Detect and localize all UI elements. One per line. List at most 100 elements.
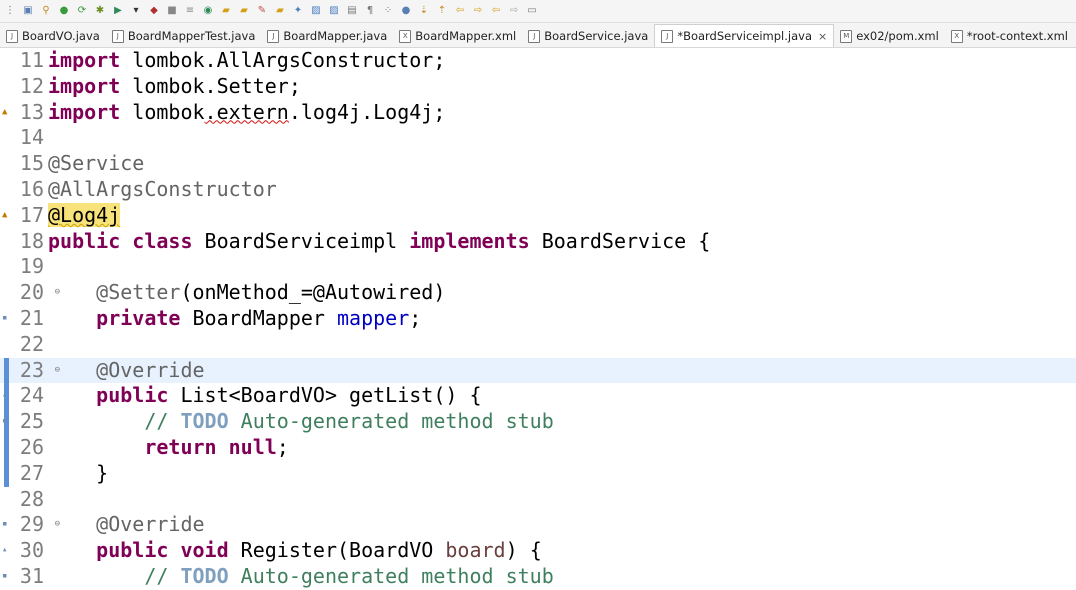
- code-line[interactable]: ▪ 25 // TODO Auto-generated method stub: [0, 409, 1076, 435]
- tab-boardmapper-java[interactable]: J BoardMapper.java: [261, 25, 393, 47]
- tab-boardserviceimpl-java[interactable]: J *BoardServiceimpl.java ×: [654, 24, 835, 47]
- code-line[interactable]: 27 }: [0, 460, 1076, 487]
- line-gutter[interactable]: 23 ⊖: [0, 357, 60, 384]
- line-gutter[interactable]: ▲ 13: [0, 100, 48, 126]
- back-icon[interactable]: ⇦: [452, 5, 468, 17]
- line-gutter[interactable]: 22: [0, 332, 48, 358]
- next-annotation-icon[interactable]: ⇣: [416, 5, 432, 17]
- line-gutter[interactable]: 15: [0, 151, 48, 177]
- info-marker-icon[interactable]: ▪: [2, 519, 7, 529]
- folder-icon[interactable]: ▰: [272, 5, 288, 17]
- fold-toggle-icon[interactable]: ⊖: [55, 512, 60, 538]
- line-gutter[interactable]: 27: [0, 460, 48, 487]
- line-gutter[interactable]: 26: [0, 434, 48, 461]
- tab-boardvo-java[interactable]: J BoardVO.java: [0, 25, 106, 47]
- save-icon[interactable]: ▣: [20, 5, 36, 17]
- forward-history-icon[interactable]: ⇨: [506, 5, 522, 17]
- code-line[interactable]: 20 ⊖ @Setter(onMethod_=@Autowired): [0, 280, 1076, 306]
- override-marker-icon[interactable]: ▴: [2, 390, 7, 400]
- code-line[interactable]: 18 public class BoardServiceimpl implemen…: [0, 229, 1076, 255]
- code-text[interactable]: @Override: [48, 512, 204, 538]
- warning-marker-icon[interactable]: ▲: [2, 210, 7, 220]
- pen-icon[interactable]: ✎: [254, 5, 270, 17]
- code-text[interactable]: @Override: [48, 358, 204, 384]
- line-gutter[interactable]: ▪ 25: [0, 409, 48, 435]
- code-text[interactable]: private BoardMapper mapper;: [48, 306, 421, 332]
- code-line[interactable]: 22: [0, 332, 1076, 358]
- line-gutter[interactable]: ▪ 29 ⊖: [0, 512, 60, 538]
- code-editor[interactable]: 11 import lombok.AllArgsConstructor; 12 imp…: [0, 48, 1076, 590]
- line-gutter[interactable]: 16: [0, 177, 48, 203]
- line-gutter[interactable]: ▴ 30: [0, 538, 48, 564]
- refresh-icon[interactable]: ●: [56, 5, 72, 17]
- code-line[interactable]: ▴ 30 public void Register(BoardVO board) …: [0, 538, 1076, 564]
- line-gutter[interactable]: 12: [0, 74, 48, 100]
- fold-toggle-icon[interactable]: ⊖: [55, 280, 60, 306]
- pin-icon[interactable]: ✦: [290, 5, 306, 17]
- external-tools-icon[interactable]: ◆: [146, 5, 162, 17]
- sync-icon[interactable]: ⟳: [74, 5, 90, 17]
- code-line[interactable]: ▪ 31 // TODO Auto-generated method stub: [0, 564, 1076, 590]
- prev-annotation-icon[interactable]: ⇡: [434, 5, 450, 17]
- line-gutter[interactable]: ▲ 17: [0, 203, 48, 229]
- override-marker-icon[interactable]: ▴: [2, 545, 7, 555]
- code-text[interactable]: // TODO Auto-generated method stub: [48, 409, 553, 435]
- info-marker-icon[interactable]: ▪: [2, 571, 7, 581]
- warning-marker-icon[interactable]: ▲: [2, 107, 7, 117]
- code-text[interactable]: }: [48, 461, 108, 487]
- tab-root-context-xml[interactable]: X *root-context.xml: [945, 25, 1074, 47]
- new-icon[interactable]: ⋮: [2, 5, 18, 17]
- code-text[interactable]: public class BoardServiceimpl implements…: [48, 229, 710, 255]
- code-line[interactable]: 15 @Service: [0, 151, 1076, 177]
- code-text[interactable]: import lombok.AllArgsConstructor;: [48, 48, 445, 74]
- open-folder-icon[interactable]: ▰: [218, 5, 234, 17]
- code-text[interactable]: public List<BoardVO> getList() {: [48, 383, 481, 409]
- code-line[interactable]: 19: [0, 254, 1076, 280]
- tab-boardmappertest-java[interactable]: J BoardMapperTest.java: [106, 25, 262, 47]
- code-line[interactable]: 11 import lombok.AllArgsConstructor;: [0, 48, 1076, 74]
- code-text[interactable]: public void Register(BoardVO board) {: [48, 538, 542, 564]
- tab-ex02-pom-xml[interactable]: Mex02/pom.xml: [834, 25, 945, 47]
- line-gutter[interactable]: ▪ 21: [0, 306, 48, 332]
- line-gutter[interactable]: 19: [0, 254, 48, 280]
- code-line[interactable]: 28: [0, 487, 1076, 513]
- code-line[interactable]: 26 return null;: [0, 434, 1076, 461]
- whitespace-icon[interactable]: ⁘: [380, 5, 396, 17]
- line-gutter[interactable]: ▴ 24: [0, 383, 48, 410]
- line-gutter[interactable]: 14: [0, 125, 48, 151]
- code-text[interactable]: import lombok.Setter;: [48, 74, 301, 100]
- line-gutter[interactable]: 28: [0, 487, 48, 513]
- run-dropdown-icon[interactable]: ▾: [128, 5, 144, 17]
- close-icon[interactable]: ×: [818, 30, 827, 43]
- search-icon[interactable]: ⚲: [38, 5, 54, 17]
- stop-icon[interactable]: ■: [164, 5, 180, 17]
- code-text[interactable]: @Log4j: [48, 202, 121, 229]
- fold-toggle-icon[interactable]: ⊖: [55, 358, 60, 384]
- code-text[interactable]: @Service: [48, 151, 144, 177]
- code-line[interactable]: ▲ 17 @Log4j: [0, 202, 1076, 229]
- line-gutter[interactable]: 20 ⊖: [0, 280, 60, 306]
- code-text[interactable]: @Setter(onMethod_=@Autowired): [48, 280, 445, 306]
- open-folder-icon-2[interactable]: ▰: [236, 5, 252, 17]
- code-line[interactable]: 12 import lombok.Setter;: [0, 74, 1076, 100]
- code-text[interactable]: // TODO Auto-generated method stub: [48, 564, 553, 590]
- new-class-icon[interactable]: ◉: [200, 5, 216, 17]
- code-text[interactable]: return null;: [48, 435, 289, 461]
- info-marker-icon[interactable]: ▪: [2, 416, 7, 426]
- code-line[interactable]: 16 @AllArgsConstructor: [0, 177, 1076, 203]
- code-line[interactable]: ▴ 24 public List<BoardVO> getList() {: [0, 383, 1076, 410]
- code-line[interactable]: ▪ 21 private BoardMapper mapper;: [0, 306, 1076, 332]
- server-icon[interactable]: ≡: [182, 5, 198, 17]
- document-icon[interactable]: ▤: [344, 5, 360, 17]
- code-text[interactable]: @AllArgsConstructor: [48, 177, 277, 203]
- line-gutter[interactable]: 18: [0, 229, 48, 255]
- debug-icon[interactable]: ✱: [92, 5, 108, 17]
- paragraph-icon[interactable]: ¶: [362, 5, 378, 17]
- code-line[interactable]: ▪ 29 ⊖ @Override: [0, 512, 1076, 538]
- annotation-icon[interactable]: ▨: [308, 5, 324, 17]
- pin-editor-icon[interactable]: ▭: [524, 5, 540, 17]
- tab-boardmapper-xml[interactable]: X BoardMapper.xml: [393, 25, 522, 47]
- code-text[interactable]: import lombok.extern.log4j.Log4j;: [48, 100, 445, 126]
- bug-icon[interactable]: ●: [398, 5, 414, 17]
- edit-icon[interactable]: ▨: [326, 5, 342, 17]
